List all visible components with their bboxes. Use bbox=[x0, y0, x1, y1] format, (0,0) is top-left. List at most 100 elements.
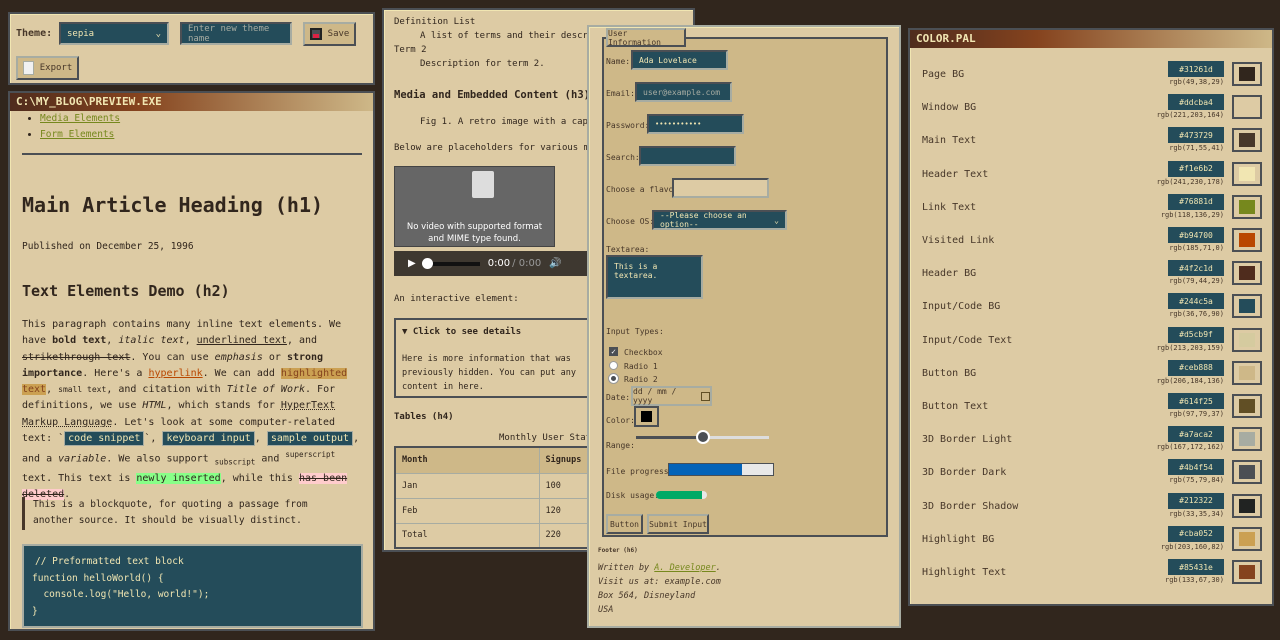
color-name: Button BG bbox=[922, 367, 977, 379]
flavor-input[interactable] bbox=[672, 178, 769, 198]
text: `, bbox=[144, 433, 163, 445]
color-hex[interactable]: #f1e6b2 bbox=[1168, 160, 1224, 177]
color-hex[interactable]: #212322 bbox=[1168, 492, 1224, 509]
textarea[interactable]: This is a textarea. bbox=[606, 255, 703, 299]
definition-description: Description for term 2. bbox=[420, 59, 545, 69]
inline-elements-paragraph: This paragraph contains many inline text… bbox=[22, 317, 368, 504]
color-hex[interactable]: #ceb888 bbox=[1168, 359, 1224, 376]
definition-term: Term 2 bbox=[394, 45, 427, 55]
text: , which stands for bbox=[166, 400, 281, 412]
video-player[interactable]: No video with supported format and MIME … bbox=[394, 166, 555, 247]
name-input[interactable]: Ada Lovelace bbox=[631, 50, 728, 70]
email-input[interactable]: user@example.com bbox=[635, 82, 732, 102]
color-picker[interactable] bbox=[634, 406, 659, 427]
text: text. This text is bbox=[22, 473, 137, 484]
save-button[interactable]: Save bbox=[303, 22, 356, 46]
volume-icon[interactable]: 🔊 bbox=[549, 258, 561, 269]
color-swatch[interactable] bbox=[1232, 261, 1262, 286]
underlined-text: underlined text bbox=[196, 335, 287, 347]
search-input[interactable] bbox=[639, 146, 736, 166]
checkbox-label: Checkbox bbox=[624, 348, 663, 357]
text: or bbox=[262, 351, 287, 363]
color-hex[interactable]: #85431e bbox=[1168, 559, 1224, 575]
color-hex[interactable]: #cba052 bbox=[1168, 525, 1224, 542]
palette-row: Visited Link #b94700 rgb(185,71,0) bbox=[910, 227, 1272, 260]
color-hex[interactable]: #ddcba4 bbox=[1168, 94, 1224, 111]
color-swatch[interactable] bbox=[1232, 493, 1262, 518]
color-hex[interactable]: #4b4f54 bbox=[1168, 459, 1224, 476]
password-input[interactable]: ••••••••••• bbox=[647, 114, 744, 134]
palette-row: 3D Border Shadow #212322 rgb(33,35,34) bbox=[910, 492, 1272, 526]
password-value: ••••••••••• bbox=[655, 120, 702, 128]
color-swatch[interactable] bbox=[1232, 327, 1262, 352]
palette-row: 3D Border Light #a7aca2 rgb(167,172,162) bbox=[910, 426, 1272, 459]
play-icon[interactable]: ▶ bbox=[408, 258, 416, 269]
swatch-fill bbox=[1239, 531, 1255, 546]
date-input[interactable]: dd / mm / yyyy bbox=[631, 386, 712, 406]
name-value: Ada Lovelace bbox=[639, 55, 697, 65]
color-hex[interactable]: #b94700 bbox=[1168, 227, 1224, 243]
color-hex[interactable]: #d5cb9f bbox=[1168, 326, 1224, 343]
color-swatch[interactable] bbox=[1232, 526, 1262, 551]
color-name: 3D Border Shadow bbox=[922, 500, 1019, 512]
color-hex[interactable]: #31261d bbox=[1168, 61, 1224, 77]
color-swatch[interactable] bbox=[1232, 460, 1262, 485]
color-swatch[interactable] bbox=[1232, 62, 1262, 86]
submit-button[interactable]: Submit Input bbox=[647, 514, 709, 534]
details-summary[interactable]: ▼ Click to see details bbox=[402, 327, 521, 337]
export-button[interactable]: Export bbox=[16, 56, 79, 80]
color-hex[interactable]: #76881d bbox=[1168, 193, 1224, 210]
color-hex[interactable]: #4f2c1d bbox=[1168, 260, 1224, 277]
nav-item[interactable]: Media Elements bbox=[40, 111, 120, 127]
date-placeholder: dd / mm / yyyy bbox=[633, 387, 677, 405]
checkbox[interactable]: ✓ bbox=[609, 347, 618, 356]
audio-player[interactable]: ▶ 0:00 / 0:00 🔊 bbox=[394, 251, 594, 276]
color-swatch[interactable] bbox=[1232, 360, 1262, 385]
color-swatch[interactable] bbox=[1232, 161, 1262, 186]
theme-select[interactable]: sepia ⌄ bbox=[59, 22, 169, 45]
interactive-label: An interactive element: bbox=[394, 294, 519, 304]
small-text: small text bbox=[58, 385, 107, 395]
nav-link-media[interactable]: Media Elements bbox=[40, 113, 120, 124]
triangle-down-icon: ▼ bbox=[402, 327, 413, 337]
os-select[interactable]: --Please choose an option-- ⌄ bbox=[652, 210, 787, 230]
color-swatch[interactable] bbox=[1232, 194, 1262, 219]
color-name: 3D Border Light bbox=[922, 434, 1013, 446]
radio-2[interactable] bbox=[609, 374, 618, 383]
theme-name-input[interactable]: Enter new theme name bbox=[180, 22, 292, 45]
color-hex[interactable]: #a7aca2 bbox=[1168, 426, 1224, 443]
color-swatch[interactable] bbox=[1232, 95, 1262, 120]
code-snippet: code snippet bbox=[64, 431, 145, 447]
color-swatch[interactable] bbox=[1232, 427, 1262, 452]
color-swatch[interactable] bbox=[1232, 228, 1262, 252]
variable: variable bbox=[58, 453, 107, 465]
radio-1[interactable] bbox=[609, 361, 618, 370]
document-icon bbox=[22, 61, 34, 75]
swatch-fill bbox=[1239, 498, 1255, 513]
color-hex[interactable]: #614f25 bbox=[1168, 393, 1224, 409]
color-swatch[interactable] bbox=[1232, 294, 1262, 319]
bold-text: bold text bbox=[52, 335, 107, 347]
range-thumb[interactable] bbox=[696, 430, 710, 444]
color-swatch[interactable] bbox=[1232, 394, 1262, 418]
table-caption: Monthly User Stats bbox=[499, 433, 597, 443]
color-hex[interactable]: #244c5a bbox=[1168, 293, 1224, 310]
color-hex[interactable]: #473729 bbox=[1168, 127, 1224, 144]
nav-item[interactable]: Form Elements bbox=[40, 127, 120, 143]
export-label: Export bbox=[39, 63, 73, 73]
theme-select-value: sepia bbox=[67, 28, 95, 39]
color-name: Header BG bbox=[922, 268, 977, 280]
published-date: Published on December 25, 1996 bbox=[22, 241, 194, 252]
calendar-icon[interactable] bbox=[700, 391, 710, 401]
range-slider[interactable] bbox=[636, 430, 769, 444]
footer-visit: Visit us at: example.com bbox=[598, 577, 721, 587]
color-swatch[interactable] bbox=[1232, 560, 1262, 584]
audio-current-time: 0:00 bbox=[487, 258, 511, 269]
author-link[interactable]: A. Developer bbox=[654, 563, 715, 573]
audio-seek-bar[interactable] bbox=[421, 257, 480, 269]
hyperlink[interactable]: hyperlink bbox=[148, 368, 202, 379]
color-swatch[interactable] bbox=[1232, 128, 1262, 153]
generic-button[interactable]: Button bbox=[606, 514, 643, 534]
inserted-text: newly inserted bbox=[136, 473, 221, 484]
nav-link-form[interactable]: Form Elements bbox=[40, 129, 114, 140]
